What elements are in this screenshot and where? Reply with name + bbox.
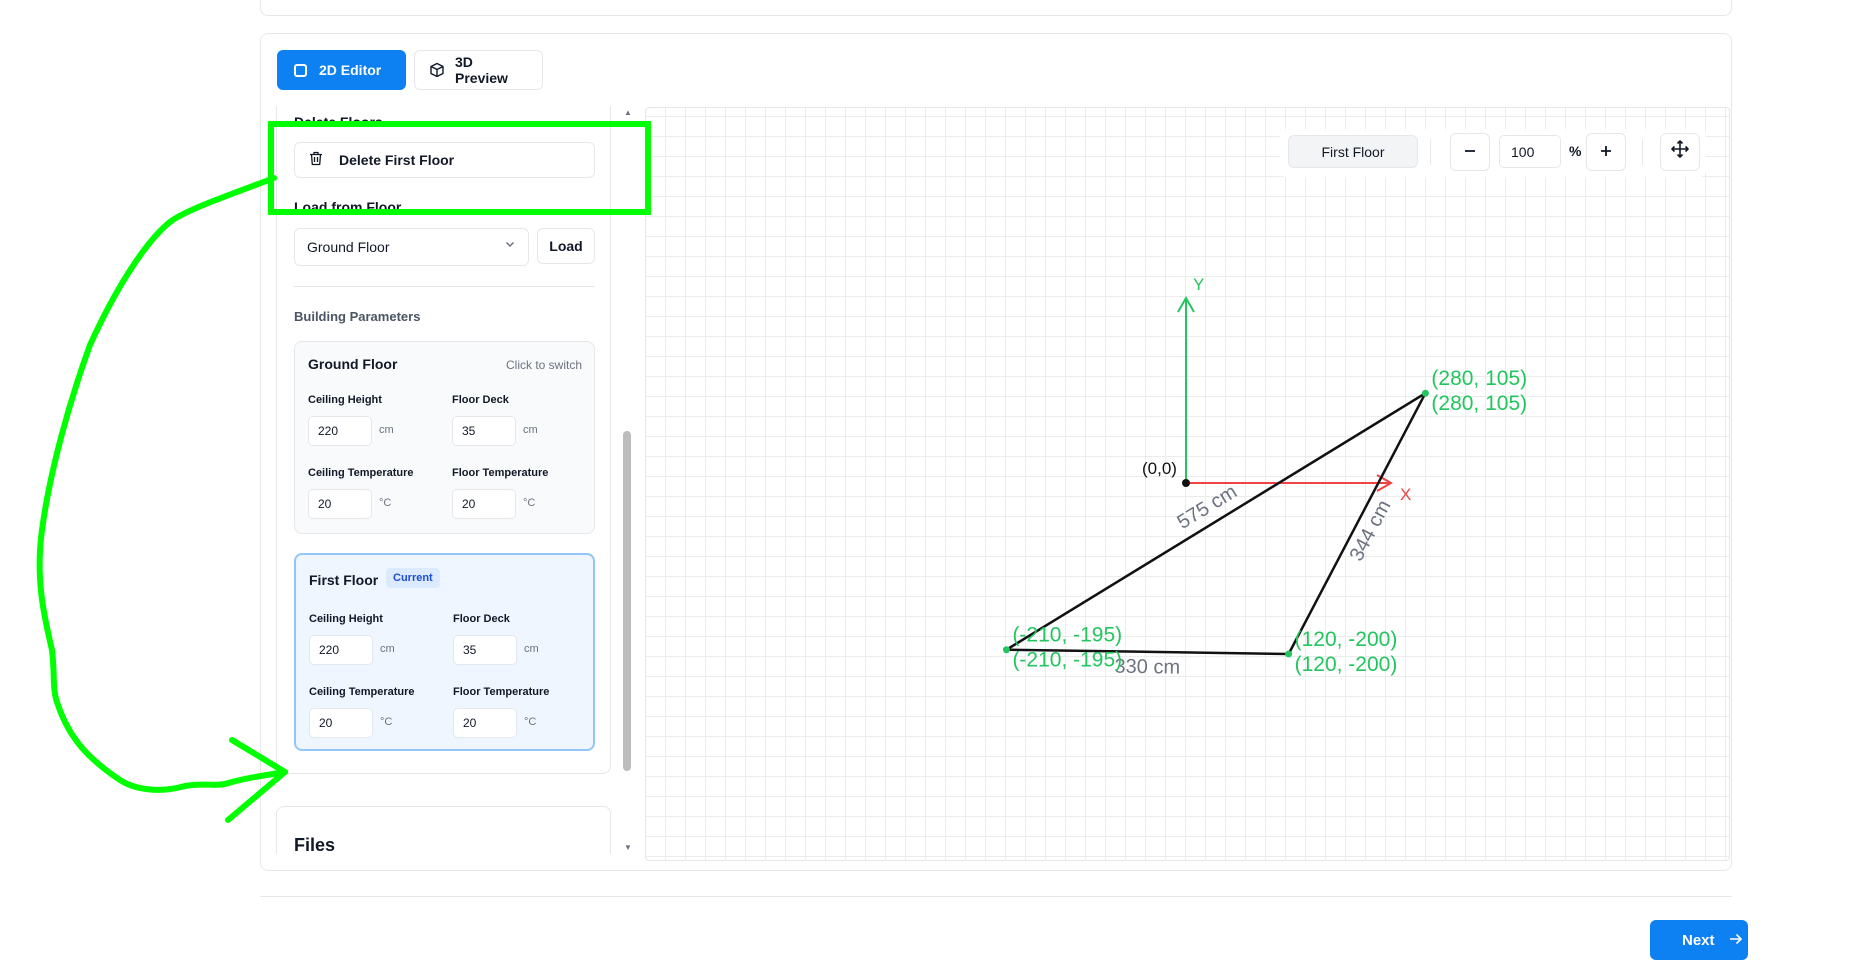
tab-2d-editor-label: 2D Editor [319,62,382,78]
unit-label: °C [523,497,536,509]
ceiling-temperature-input[interactable]: 20 [308,489,372,519]
floor-deck-label: Floor Deck [453,613,510,625]
unit-label: °C [380,716,393,728]
unit-label: cm [379,424,394,436]
floor-deck-input[interactable]: 35 [452,416,516,446]
switch-hint: Click to switch [505,358,582,372]
tab-2d-editor[interactable]: 2D Editor [277,50,406,90]
floor-deck-label: Floor Deck [452,394,509,406]
floor-temperature-label: Floor Temperature [452,467,549,479]
ceiling-temperature-label: Ceiling Temperature [309,686,415,698]
trash-icon [309,151,323,169]
current-floor-pill: First Floor [1288,135,1418,168]
toolbar-divider [1642,139,1643,165]
zoom-in-button[interactable] [1586,133,1626,171]
cube-icon [429,62,445,78]
unit-label: cm [524,643,539,655]
left-panel-scrollbar[interactable]: ▲ ▼ [620,106,634,854]
tab-3d-preview[interactable]: 3D Preview [414,50,543,90]
vertex-coordinate-label: (280, 105) [1431,392,1527,415]
vertex-point [1421,389,1429,397]
square-icon [294,63,307,77]
vertex-coordinate-label: (-210, -195) [1012,624,1122,647]
toolbar-divider [1430,139,1431,165]
zoom-out-button[interactable] [1450,133,1490,171]
current-badge: Current [386,568,440,588]
floor-temperature-input[interactable]: 20 [453,708,517,738]
load-floor-select-value: Ground Floor [307,239,390,255]
zoom-input[interactable]: 100 [1499,135,1561,168]
delete-first-floor-button[interactable]: Delete First Floor [294,142,595,178]
pan-button[interactable] [1660,133,1700,171]
tab-3d-preview-label: 3D Preview [455,54,508,86]
unit-label: °C [379,497,392,509]
load-from-floor-title: Load from Floor [294,199,402,215]
canvas-toolbar: First Floor 100 % [1280,129,1706,177]
y-axis-label: Y [1193,275,1204,294]
vertex-coordinate-label: (-210, -195) [1012,649,1122,672]
building-parameters-title: Building Parameters [294,309,421,324]
floor-card-ground[interactable]: Ground Floor Click to switch Ceiling Hei… [294,341,595,534]
ceiling-height-label: Ceiling Height [309,613,383,625]
floor-management-card: Delete Floors Delete First Floor Load fr… [276,106,611,774]
drawing-canvas[interactable]: Y X (0,0) 575 cm 330 cm 344 cm (280, 105)(… [645,107,1730,861]
load-button[interactable]: Load [537,228,595,264]
vertex-point [1002,646,1010,654]
vertices-layer: (280, 105)(280, 105) (-210, -195)(-210, -… [1002,367,1527,676]
files-title: Files [294,835,336,854]
ceiling-temperature-label: Ceiling Temperature [308,467,414,479]
unit-label: cm [523,424,538,436]
wall-segment [1287,392,1427,655]
next-button[interactable]: Next [1650,920,1748,960]
files-card: Files [276,806,611,854]
left-panel[interactable]: Delete Floors Delete First Floor Load fr… [276,106,636,854]
x-axis-label: X [1400,485,1411,504]
edge-length-label: 330 cm [1114,656,1180,679]
move-icon [1671,140,1689,164]
floor-name: Ground Floor [308,356,398,372]
floor-card-first[interactable]: First Floor Current Ceiling Height 220 c… [294,553,595,751]
scroll-up-arrow-icon[interactable]: ▲ [624,108,632,117]
zoom-unit: % [1569,143,1582,159]
ceiling-height-input[interactable]: 220 [308,416,372,446]
vertex-coordinate-label: (120, -200) [1295,628,1398,651]
delete-floors-title: Delete Floors [294,114,383,130]
arrow-right-icon [1729,932,1743,949]
plus-icon [1599,141,1613,164]
footer-divider [260,896,1732,897]
load-floor-select[interactable]: Ground Floor [294,228,529,266]
origin-label: (0,0) [1142,459,1177,478]
origin-point [1182,479,1190,487]
unit-label: cm [380,643,395,655]
floor-plan-drawing[interactable]: Y X (0,0) 575 cm330 cm344 cm (280, 105)(… [646,108,1730,861]
scrollbar-thumb[interactable] [623,431,631,771]
scroll-down-arrow-icon[interactable]: ▼ [624,843,632,852]
vertex-coordinate-label: (280, 105) [1431,367,1527,390]
vertex-coordinate-label: (120, -200) [1295,653,1398,676]
floor-temperature-label: Floor Temperature [453,686,550,698]
floor-temperature-input[interactable]: 20 [452,489,516,519]
chevron-down-icon [504,238,516,253]
divider [294,286,595,287]
annotation-curve-arrow [36,175,288,793]
vertex-point [1285,650,1293,658]
next-label: Next [1682,931,1715,949]
floor-deck-input[interactable]: 35 [453,635,517,665]
floor-name: First Floor [309,572,379,588]
ceiling-height-label: Ceiling Height [308,394,382,406]
ceiling-height-input[interactable]: 220 [309,635,373,665]
ceiling-temperature-input[interactable]: 20 [309,708,373,738]
delete-first-floor-label: Delete First Floor [339,152,455,168]
unit-label: °C [524,716,537,728]
minus-icon [1463,141,1477,164]
previous-section-card [260,0,1732,16]
